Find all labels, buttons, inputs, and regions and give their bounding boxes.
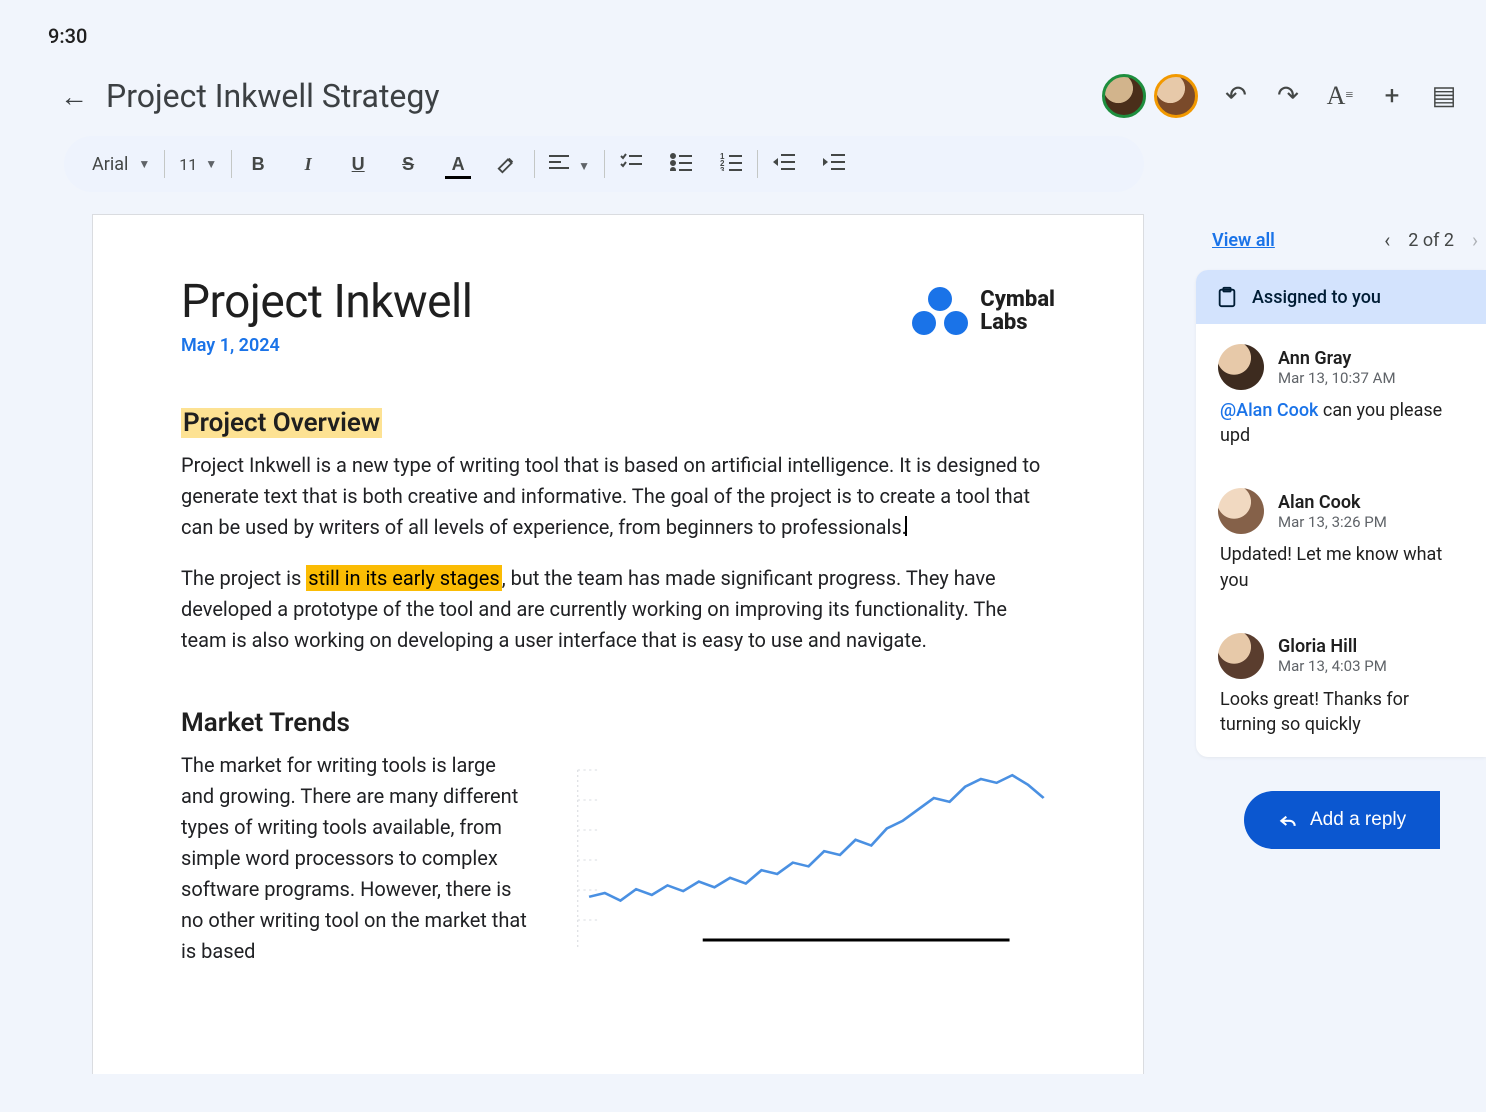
brand-name: Cymbal Labs (980, 288, 1055, 334)
underline-button[interactable]: U (346, 154, 370, 175)
comment-body: Updated! Let me know what you (1218, 542, 1464, 592)
comment-author: Gloria Hill (1278, 636, 1387, 657)
comment-pager: ‹ 2 of 2 › (1384, 228, 1478, 252)
numbered-list-button[interactable]: 123 (719, 153, 743, 176)
mention[interactable]: @Alan Cook (1220, 400, 1318, 421)
status-bar-time: 9:30 (24, 16, 1486, 62)
highlighted-text: still in its early stages (306, 565, 501, 591)
text-caret (905, 516, 907, 536)
comment-author: Alan Cook (1278, 492, 1387, 513)
heading-overview: Project Overview (181, 408, 382, 438)
undo-icon[interactable]: ↶ (1222, 82, 1250, 110)
comment[interactable]: Alan Cook Mar 13, 3:26 PM Updated! Let m… (1196, 468, 1486, 612)
avatar (1218, 344, 1264, 390)
assigned-label: Assigned to you (1252, 287, 1381, 308)
pager-prev-icon[interactable]: ‹ (1384, 228, 1390, 252)
app-window: ← Project Inkwell Strategy ↶ ↷ A≡ + ▤ Ar… (24, 62, 1486, 1074)
paragraph: Project Inkwell is a new type of writing… (181, 450, 1055, 543)
add-reply-button[interactable]: Add a reply (1244, 791, 1440, 849)
formatting-toolbar: Arial ▼ 11 ▼ B I U S A (64, 136, 1144, 192)
comment-thread: Assigned to you Ann Gray Mar 13, 10:37 A… (1196, 270, 1486, 757)
comment-author: Ann Gray (1278, 348, 1396, 369)
pager-next-icon[interactable]: › (1472, 228, 1478, 252)
highlight-color-button[interactable] (496, 153, 520, 175)
avatar[interactable] (1102, 74, 1146, 118)
assignment-icon (1216, 286, 1238, 308)
italic-button[interactable]: I (296, 154, 320, 175)
document-date: May 1, 2024 (181, 335, 472, 356)
logo-mark-icon (912, 287, 968, 335)
comment[interactable]: Ann Gray Mar 13, 10:37 AM @Alan Cook can… (1196, 324, 1486, 468)
outdent-button[interactable] (772, 153, 796, 176)
market-trend-chart (555, 750, 1055, 960)
redo-icon[interactable]: ↷ (1274, 82, 1302, 110)
comment[interactable]: Gloria Hill Mar 13, 4:03 PM Looks great!… (1196, 613, 1486, 757)
align-button[interactable]: ▼ (549, 154, 590, 175)
heading-market: Market Trends (181, 708, 1055, 738)
indent-button[interactable] (822, 153, 846, 176)
text-format-icon[interactable]: A≡ (1326, 82, 1354, 110)
avatar (1218, 488, 1264, 534)
font-family-select[interactable]: Arial ▼ (92, 154, 150, 175)
comment-time: Mar 13, 4:03 PM (1278, 657, 1387, 675)
page-title: Project Inkwell (181, 275, 472, 329)
checklist-button[interactable] (619, 153, 643, 176)
paragraph: The market for writing tools is large an… (181, 750, 531, 967)
comment-time: Mar 13, 10:37 AM (1278, 369, 1396, 387)
avatar[interactable] (1154, 74, 1198, 118)
document-page[interactable]: Project Inkwell May 1, 2024 Cymbal Labs … (92, 214, 1144, 1074)
avatar (1218, 633, 1264, 679)
header-actions: ↶ ↷ A≡ + ▤ (1102, 74, 1458, 118)
font-size-select[interactable]: 11 ▼ (179, 155, 217, 174)
back-icon[interactable]: ← (60, 80, 88, 113)
chevron-down-icon: ▼ (205, 157, 217, 171)
brand-logo: Cymbal Labs (912, 275, 1055, 335)
paragraph: The project is still in its early stages… (181, 563, 1055, 656)
document-title[interactable]: Project Inkwell Strategy (106, 77, 1084, 115)
reply-icon (1278, 810, 1298, 830)
font-size-value: 11 (179, 155, 197, 174)
pager-count: 2 of 2 (1408, 230, 1454, 251)
bold-button[interactable]: B (246, 154, 270, 175)
comments-panel: View all ‹ 2 of 2 › Assigned to you (1144, 214, 1486, 1074)
chevron-down-icon: ▼ (138, 157, 150, 171)
panel-icon[interactable]: ▤ (1430, 82, 1458, 110)
strikethrough-button[interactable]: S (396, 154, 420, 175)
collaborator-avatars (1102, 74, 1198, 118)
chevron-down-icon: ▼ (578, 159, 590, 173)
assigned-to-you-bar[interactable]: Assigned to you (1196, 270, 1486, 324)
text-color-button[interactable]: A (446, 154, 470, 175)
svg-text:3: 3 (720, 166, 725, 171)
comment-body: @Alan Cook can you please upd (1218, 398, 1464, 448)
comment-body: Looks great! Thanks for turning so quick… (1218, 687, 1464, 737)
view-all-link[interactable]: View all (1212, 230, 1275, 251)
add-icon[interactable]: + (1378, 82, 1406, 110)
comment-time: Mar 13, 3:26 PM (1278, 513, 1387, 531)
add-reply-label: Add a reply (1310, 809, 1406, 831)
bullet-list-button[interactable] (669, 153, 693, 176)
font-family-value: Arial (92, 154, 128, 175)
